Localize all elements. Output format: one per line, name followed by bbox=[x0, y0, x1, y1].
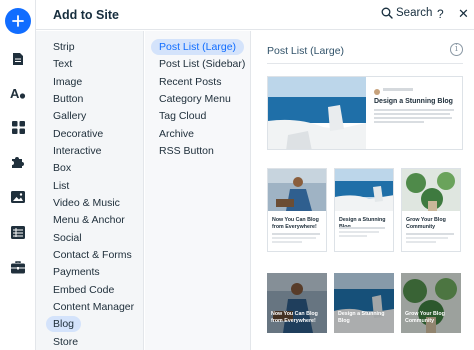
post-overlay-card[interactable]: Design a Stunning Blog bbox=[334, 273, 394, 333]
excerpt-line bbox=[339, 227, 385, 229]
subcategory-post-list-sidebar[interactable]: Post List (Sidebar) bbox=[151, 56, 253, 72]
excerpt-line bbox=[406, 237, 448, 239]
help-button[interactable]: ? bbox=[437, 7, 444, 21]
post-grid-card[interactable]: Now You Can Blog from Everywhere! bbox=[267, 168, 327, 252]
author-avatar bbox=[374, 89, 380, 95]
large-card-title: Design a Stunning Blog bbox=[374, 98, 453, 105]
category-video-music[interactable]: Video & Music bbox=[46, 195, 127, 211]
sea-image bbox=[335, 169, 393, 211]
image-overlay bbox=[334, 273, 394, 333]
santorini-image bbox=[268, 77, 366, 149]
subcategory-category-menu[interactable]: Category Menu bbox=[151, 91, 239, 107]
media-button[interactable] bbox=[9, 188, 27, 206]
category-box[interactable]: Box bbox=[46, 160, 78, 176]
svg-text:A: A bbox=[10, 86, 20, 100]
table-icon bbox=[11, 225, 25, 239]
search-icon bbox=[381, 7, 393, 19]
category-image[interactable]: Image bbox=[46, 74, 89, 90]
business-icon bbox=[11, 260, 25, 273]
excerpt-line bbox=[406, 233, 454, 235]
media-icon bbox=[11, 191, 25, 203]
category-button[interactable]: Button bbox=[46, 91, 90, 107]
subcategory-archive[interactable]: Archive bbox=[151, 126, 202, 142]
post-overlay-card[interactable]: Grow Your Blog Community bbox=[401, 273, 461, 333]
add-icon bbox=[12, 15, 24, 27]
search-button[interactable]: Search bbox=[381, 7, 432, 19]
category-list-item[interactable]: List bbox=[46, 178, 76, 194]
category-strip[interactable]: Strip bbox=[46, 39, 82, 55]
category-gallery[interactable]: Gallery bbox=[46, 108, 93, 124]
panel-title: Add to Site bbox=[53, 8, 119, 22]
business-button[interactable] bbox=[9, 258, 27, 276]
author-line bbox=[383, 88, 413, 91]
category-list: Strip Text Image Button Gallery Decorati… bbox=[36, 31, 144, 350]
theme-icon: A bbox=[10, 86, 26, 100]
category-embed-code[interactable]: Embed Code bbox=[46, 282, 121, 298]
post-overlay-card[interactable]: Now You Can Blog from Everywhere! bbox=[267, 273, 327, 333]
cms-button[interactable] bbox=[9, 223, 27, 241]
card-title: Design a Stunning Blog bbox=[338, 311, 385, 324]
app-market-button[interactable] bbox=[9, 153, 27, 171]
page-icon bbox=[13, 53, 23, 65]
card-title: Now You Can Blog from Everywhere! bbox=[271, 311, 318, 324]
apps-icon bbox=[11, 120, 25, 134]
post-grid-card[interactable]: Design a Stunning Blog bbox=[334, 168, 394, 252]
excerpt-line bbox=[339, 235, 367, 237]
excerpt-line bbox=[272, 241, 302, 243]
post-grid-card[interactable]: Grow Your Blog Community bbox=[401, 168, 461, 252]
category-payments[interactable]: Payments bbox=[46, 264, 107, 280]
apps-button[interactable] bbox=[9, 118, 27, 136]
excerpt-line bbox=[272, 233, 320, 235]
preview-panel: Post List (Large) i Design a Stunning Bl… bbox=[252, 31, 474, 350]
card-title: Grow Your Blog Community bbox=[405, 311, 445, 324]
close-button[interactable]: ✕ bbox=[458, 6, 469, 22]
category-contact-forms[interactable]: Contact & Forms bbox=[46, 247, 139, 263]
card-title: Now You Can Blog from Everywhere! bbox=[272, 217, 319, 230]
panel-header: Add to Site Search ? ✕ bbox=[36, 0, 474, 30]
image-overlay bbox=[401, 273, 461, 333]
category-blog[interactable]: Blog bbox=[46, 316, 82, 332]
divider bbox=[267, 63, 463, 64]
plants-image bbox=[402, 169, 460, 211]
design-button[interactable]: A bbox=[9, 84, 27, 102]
info-icon[interactable]: i bbox=[450, 43, 463, 56]
subcategory-recent-posts[interactable]: Recent Posts bbox=[151, 74, 229, 90]
excerpt-line bbox=[374, 113, 450, 115]
subcategory-rss-button[interactable]: RSS Button bbox=[151, 143, 222, 159]
category-text[interactable]: Text bbox=[46, 56, 79, 72]
excerpt-line bbox=[272, 237, 316, 239]
excerpt-line bbox=[406, 241, 436, 243]
left-toolbar: A bbox=[0, 0, 36, 350]
section-title: Post List (Large) bbox=[267, 45, 345, 57]
subcategory-tag-cloud[interactable]: Tag Cloud bbox=[151, 108, 214, 124]
excerpt-line bbox=[374, 117, 452, 119]
post-list-large-preset[interactable]: Design a Stunning Blog bbox=[267, 76, 463, 150]
person-image bbox=[268, 169, 326, 211]
add-elements-button[interactable] bbox=[5, 8, 31, 34]
category-social[interactable]: Social bbox=[46, 230, 89, 246]
subcategory-post-list-large[interactable]: Post List (Large) bbox=[151, 39, 245, 55]
category-store[interactable]: Store bbox=[46, 334, 85, 350]
category-menu-anchor[interactable]: Menu & Anchor bbox=[46, 212, 132, 228]
excerpt-line bbox=[339, 231, 379, 233]
pages-button[interactable] bbox=[9, 50, 27, 68]
image-overlay bbox=[267, 273, 327, 333]
search-label: Search bbox=[396, 7, 433, 19]
category-interactive[interactable]: Interactive bbox=[46, 143, 108, 159]
excerpt-line bbox=[374, 109, 454, 111]
card-title: Grow Your Blog Community bbox=[406, 217, 446, 230]
puzzle-icon bbox=[12, 157, 24, 168]
category-decorative[interactable]: Decorative bbox=[46, 126, 110, 142]
category-content-manager[interactable]: Content Manager bbox=[46, 299, 141, 315]
excerpt-line bbox=[374, 121, 424, 123]
subcategory-list: Post List (Large) Post List (Sidebar) Re… bbox=[145, 31, 251, 350]
